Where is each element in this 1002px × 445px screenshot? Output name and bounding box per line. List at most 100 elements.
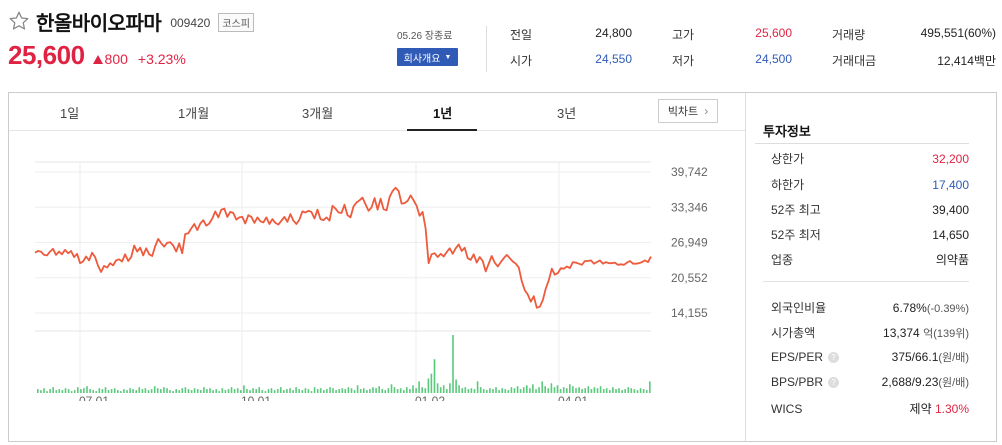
volume-bar bbox=[276, 389, 279, 393]
wics-value[interactable]: 제약 bbox=[910, 402, 932, 416]
x-tick-label: 04.01 bbox=[558, 394, 588, 401]
volume-bar bbox=[350, 388, 353, 393]
volume-bar bbox=[369, 389, 371, 393]
volume-bar bbox=[292, 390, 294, 393]
volume-bar bbox=[273, 390, 276, 393]
volume-bar bbox=[258, 387, 260, 393]
volume-bar bbox=[92, 390, 94, 393]
volume-bar bbox=[633, 389, 636, 393]
volume-bar bbox=[476, 381, 479, 393]
company-overview-button[interactable]: 회사개요 ▼ bbox=[397, 48, 458, 66]
volume-bar bbox=[455, 379, 457, 393]
volume-bar bbox=[513, 388, 516, 393]
volume-bar bbox=[470, 388, 473, 393]
volume-bar bbox=[101, 389, 104, 393]
volume-bar bbox=[353, 390, 356, 393]
volume-bar bbox=[129, 388, 131, 393]
volume-bar bbox=[421, 387, 423, 393]
star-icon[interactable] bbox=[8, 10, 30, 32]
volume-bar bbox=[323, 390, 325, 393]
volume-bar bbox=[83, 388, 85, 393]
volume-bar bbox=[67, 389, 70, 393]
tab-1-day[interactable]: 1일 bbox=[60, 103, 79, 122]
price-chart[interactable]: 39,742 33,346 26,949 20,552 14,155 07.01 10.0… bbox=[9, 131, 729, 401]
volume-bar bbox=[384, 390, 387, 393]
volume-bar bbox=[599, 386, 602, 393]
low-label: 저가 bbox=[672, 54, 695, 68]
y-tick-label: 20,552 bbox=[671, 271, 708, 285]
volume-bar bbox=[215, 389, 217, 393]
volume-bar bbox=[286, 389, 288, 393]
help-icon[interactable]: ? bbox=[828, 376, 840, 388]
volume-bar bbox=[209, 388, 211, 393]
volume-bar bbox=[544, 386, 546, 393]
volume-bar bbox=[541, 381, 543, 393]
volume-bar bbox=[270, 388, 273, 393]
volume-bar bbox=[642, 389, 645, 393]
volume-bar bbox=[572, 386, 574, 393]
wics-row: WICS 제약 1.30% bbox=[771, 400, 969, 417]
volume-bar bbox=[113, 388, 116, 393]
tab-3-years[interactable]: 3년 bbox=[557, 103, 576, 122]
volume-bar bbox=[295, 387, 297, 393]
volume-bar bbox=[424, 388, 427, 393]
header-divider bbox=[486, 26, 487, 72]
big-chart-label: 빅차트 bbox=[667, 106, 699, 118]
volume-bar bbox=[399, 388, 402, 393]
volume-bar bbox=[58, 389, 61, 393]
market-cap-label: 시가총액 bbox=[771, 326, 816, 340]
volume-bar bbox=[166, 388, 168, 393]
volume-bar bbox=[415, 388, 417, 393]
eps-per-row: EPS/PER? 375/66.1(원/배) bbox=[771, 349, 969, 365]
52w-low-value: 14,650 bbox=[932, 227, 969, 242]
volume-bar bbox=[452, 335, 454, 393]
volume-bar bbox=[193, 388, 196, 393]
volume-bar bbox=[153, 386, 156, 393]
volume-bar bbox=[313, 387, 316, 393]
volume-bar bbox=[596, 388, 599, 393]
volume-bar bbox=[393, 387, 396, 393]
volume-bar bbox=[504, 389, 507, 393]
eps-per-value: 375/66.1 bbox=[891, 350, 939, 364]
volume-bar bbox=[559, 389, 562, 393]
volume-bar bbox=[403, 390, 405, 393]
volume-bar bbox=[252, 388, 254, 393]
volume-bar bbox=[458, 385, 460, 393]
volume-bar bbox=[363, 388, 365, 393]
volume-bar bbox=[409, 389, 411, 393]
volume-bar bbox=[49, 389, 51, 393]
volume-bar bbox=[156, 388, 159, 393]
tab-1-month[interactable]: 1개월 bbox=[178, 103, 209, 122]
open-value: 24,550 bbox=[595, 52, 632, 66]
volume-bar bbox=[621, 390, 623, 393]
volume-bar bbox=[169, 390, 171, 393]
big-chart-button[interactable]: 빅차트 › bbox=[658, 99, 718, 123]
company-overview-label: 회사개요 bbox=[403, 53, 441, 65]
investment-separator bbox=[763, 281, 969, 282]
volume-bar bbox=[442, 385, 445, 393]
x-tick-label: 01.02 bbox=[415, 394, 445, 401]
volume-bar bbox=[366, 390, 368, 393]
prev-close-label: 전일 bbox=[510, 28, 533, 42]
52w-high-row: 52주 최고 39,400 bbox=[771, 201, 969, 218]
tab-3-months[interactable]: 3개월 bbox=[302, 103, 333, 122]
volume-bar bbox=[495, 387, 497, 393]
stock-code: 009420 bbox=[170, 15, 211, 30]
volume-bar bbox=[126, 390, 128, 393]
volume-bar bbox=[439, 387, 442, 393]
investment-title-divider bbox=[755, 143, 969, 144]
volume-bar bbox=[73, 390, 76, 393]
volume-bar bbox=[181, 388, 184, 393]
volume-bar bbox=[147, 390, 150, 393]
market-cap-row: 시가총액 13,374 억(139위) bbox=[771, 324, 969, 341]
eps-per-label: EPS/PER bbox=[771, 350, 824, 364]
foreign-ratio-row: 외국인비율 6.78%(-0.39%) bbox=[771, 299, 969, 316]
volume-bar bbox=[98, 388, 101, 393]
tab-1-year[interactable]: 1년 bbox=[433, 103, 452, 122]
help-icon[interactable]: ? bbox=[828, 351, 840, 363]
volume-bar bbox=[501, 388, 503, 393]
volume-bar bbox=[630, 388, 633, 393]
y-tick-label: 33,346 bbox=[671, 200, 708, 214]
volume-bar bbox=[200, 390, 202, 393]
sector-value[interactable]: 의약품 bbox=[936, 251, 969, 268]
